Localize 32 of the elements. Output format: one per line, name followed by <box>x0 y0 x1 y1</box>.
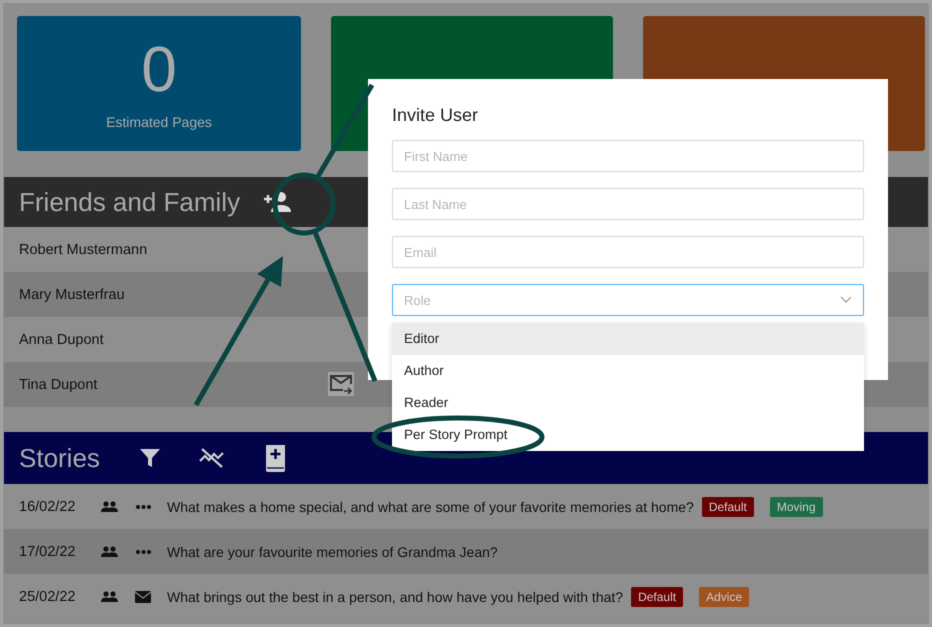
story-question[interactable]: What are your favourite memories of Grandma Jean? <box>160 544 498 560</box>
menu-option[interactable]: Per Story Prompt <box>392 419 864 451</box>
chevron-down-icon <box>840 296 852 304</box>
stat-value: 0 <box>141 34 177 104</box>
input-field[interactable]: Last Name <box>392 188 864 220</box>
story-date: 16/02/22 <box>18 498 76 514</box>
stat-label: Estimated Pages <box>106 114 212 130</box>
input-field[interactable]: First Name <box>392 140 864 172</box>
mail-forward-icon[interactable] <box>328 372 354 396</box>
slashed-line-icon[interactable] <box>198 447 225 469</box>
add-person-icon[interactable] <box>262 191 292 213</box>
member-name[interactable]: Mary Musterfrau <box>4 286 125 302</box>
menu-option[interactable]: Author <box>392 355 864 387</box>
member-name[interactable]: Tina Dupont <box>4 376 98 392</box>
dialog-title: Invite User <box>392 105 480 126</box>
section-title: Stories <box>18 442 101 474</box>
section-title: Friends and Family <box>18 186 242 218</box>
story-question[interactable]: What makes a home special, and what are some of your favorite memories at home? <box>160 498 694 514</box>
member-name[interactable]: Anna Dupont <box>4 332 104 348</box>
tag: Default <box>702 496 754 516</box>
menu-option[interactable]: Editor <box>392 323 864 355</box>
tag: Advice <box>699 586 750 606</box>
annotation-circle <box>272 172 336 236</box>
story-date: 25/02/22 <box>18 588 76 604</box>
story-question[interactable]: What brings out the best in a person, and how have you helped with that? <box>160 588 624 604</box>
member-name[interactable]: Robert Mustermann <box>4 242 148 258</box>
tag: Default <box>631 586 684 606</box>
input-field[interactable]: Email <box>392 236 864 268</box>
tag: Moving <box>770 496 823 516</box>
story-date: 17/02/22 <box>18 544 76 560</box>
menu-option[interactable]: Reader <box>392 387 864 419</box>
filter-icon[interactable] <box>138 447 161 469</box>
